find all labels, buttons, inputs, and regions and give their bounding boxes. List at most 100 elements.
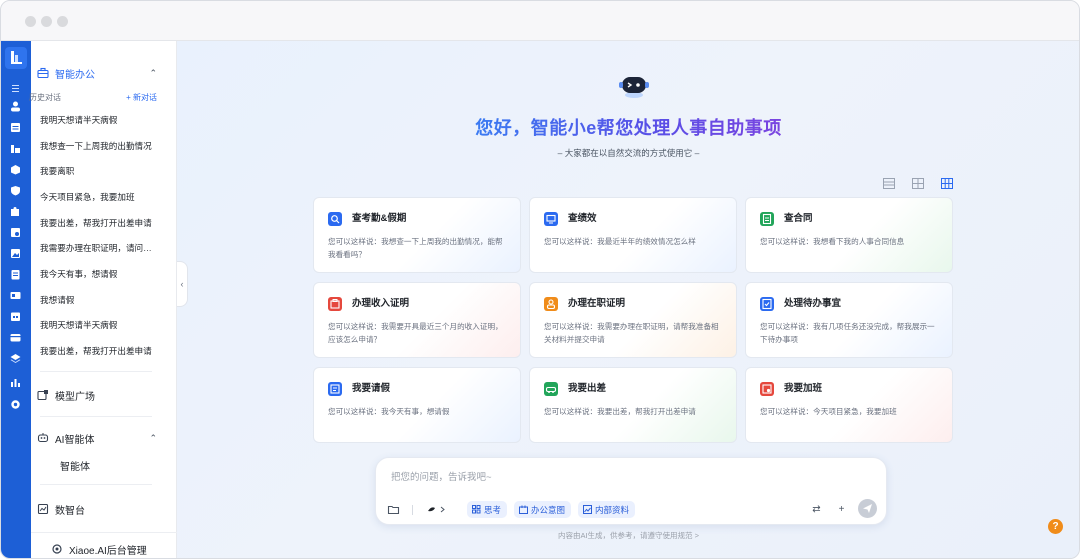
history-item[interactable]: 我想请假: [40, 291, 158, 309]
card-business-trip[interactable]: 我要出差 您可以这样说：我要出差，帮我打开出差申请: [529, 367, 737, 443]
card-description: 您可以这样说：我想查一下上周我的出勤情况，能帮我看看吗？: [328, 237, 503, 259]
folder-icon[interactable]: [387, 503, 400, 516]
history-item[interactable]: 我要离职: [40, 162, 158, 180]
history-item[interactable]: 我明天想请半天病假: [40, 316, 158, 334]
schedule-icon[interactable]: [9, 311, 22, 322]
divider: [40, 416, 152, 417]
history-item[interactable]: 我需要办理在职证明，请问需要准备什么: [40, 239, 158, 257]
new-chat-button[interactable]: + 新对话: [126, 92, 157, 103]
card-description: 您可以这样说：我要出差，帮我打开出差申请: [544, 407, 696, 416]
card-title: 办理收入证明: [352, 298, 410, 309]
chat-input-placeholder[interactable]: 把您的问题，告诉我吧~: [391, 469, 492, 483]
window-close-dot[interactable]: [25, 16, 36, 27]
shield-icon[interactable]: [9, 185, 22, 196]
briefcase-icon: [37, 67, 49, 79]
card-attendance[interactable]: 查考勤&假期 您可以这样说：我想查一下上周我的出勤情况，能帮我看看吗？: [313, 197, 521, 273]
menu-icon[interactable]: [9, 83, 22, 94]
dashboard-icon: [37, 503, 49, 515]
card-leave[interactable]: 我要请假 您可以这样说：我今天有事，想请假: [313, 367, 521, 443]
robot-mascot-icon: [617, 75, 651, 99]
leave-icon: [328, 382, 342, 396]
history-item[interactable]: 我今天有事，想请假: [40, 265, 158, 283]
swap-icon[interactable]: ⇄: [810, 503, 823, 516]
chat-input-box[interactable]: 把您的问题，告诉我吧~ 思考 办公意图 内部资料 ⇄ +: [375, 457, 887, 525]
section-smart-office[interactable]: 智能办公 ⌃: [31, 62, 177, 84]
history-item[interactable]: 我要出差，帮我打开出差申请: [40, 214, 158, 232]
id-card-icon[interactable]: [9, 290, 22, 301]
model-square-item[interactable]: 模型广场: [31, 384, 177, 406]
two-column-view-icon[interactable]: [912, 176, 924, 189]
card-title: 查考勤&假期: [352, 213, 407, 224]
card-description: 您可以这样说：今天项目紧急，我要加班: [760, 407, 897, 416]
history-item[interactable]: 我明天想请半天病假: [40, 111, 158, 129]
model-selector[interactable]: [426, 503, 448, 516]
puzzle-icon[interactable]: [9, 206, 22, 217]
grid-icon: [472, 505, 481, 514]
history-item[interactable]: 今天项目紧急，我要加班: [40, 188, 158, 206]
card-todo[interactable]: 处理待办事宜 您可以这样说：我有几项任务还没完成，帮我展示一下待办事项: [745, 282, 953, 358]
internal-docs-toggle[interactable]: 内部资料: [578, 501, 636, 518]
card-employment-proof[interactable]: 办理在职证明 您可以这样说：我需要办理在职证明，请帮我准备相关材料并提交申请: [529, 282, 737, 358]
ai-agent-label: AI智能体: [55, 434, 95, 446]
main-area: ‹ 您好，智能小e帮您处理人事自助事项 – 大家都在以自然交流的方式使用它 – …: [177, 41, 1079, 558]
card-description: 您可以这样说：我今天有事，想请假: [328, 407, 450, 416]
agent-sub-label: 智能体: [60, 461, 90, 473]
card-contract[interactable]: 查合同 您可以这样说：我想看下我的人事合同信息: [745, 197, 953, 273]
card-title: 查绩效: [568, 213, 597, 224]
app-logo: [5, 47, 27, 69]
chevron-up-icon[interactable]: ⌃: [149, 433, 157, 444]
document-icon[interactable]: [9, 269, 22, 280]
internal-docs-label: 内部资料: [595, 504, 630, 515]
admin-label: Xiaoe.AI后台管理: [69, 545, 147, 557]
wallet-icon[interactable]: [9, 332, 22, 343]
window-zoom-dot[interactable]: [57, 16, 68, 27]
gear-icon[interactable]: [9, 399, 22, 410]
ai-disclaimer[interactable]: 内容由AI生成，供参考，请遵守使用规范 >: [177, 530, 1079, 541]
office-intent-label: 办公意图: [531, 504, 566, 515]
card-description: 您可以这样说：我最近半年的绩效情况怎么样: [544, 237, 696, 246]
card-title: 我要出差: [568, 383, 607, 394]
section-smart-office-label: 智能办公: [55, 69, 95, 81]
add-icon[interactable]: +: [835, 503, 848, 516]
employment-proof-icon: [544, 297, 558, 311]
model-square-label: 模型广场: [55, 391, 95, 403]
admin-item[interactable]: Xiaoe.AI后台管理: [31, 538, 177, 558]
chevron-up-icon[interactable]: ⌃: [149, 68, 157, 79]
calendar-icon[interactable]: [9, 122, 22, 133]
card-description: 您可以这样说：我有几项任务还没完成，帮我展示一下待办事项: [760, 322, 935, 344]
robot-icon: [37, 432, 49, 444]
agent-sub-item[interactable]: 智能体: [31, 454, 177, 476]
card-title: 处理待办事宜: [784, 298, 842, 309]
income-proof-icon: [328, 297, 342, 311]
history-item[interactable]: 我想查一下上周我的出勤情况: [40, 137, 158, 155]
image-icon[interactable]: [9, 248, 22, 259]
data-platform-item[interactable]: 数智台: [31, 498, 177, 520]
card-performance[interactable]: 查绩效 您可以这样说：我最近半年的绩效情况怎么样: [529, 197, 737, 273]
settings-icon: [51, 543, 63, 555]
office-intent-toggle[interactable]: 办公意图: [514, 501, 572, 518]
think-label: 思考: [484, 504, 502, 515]
bar-chart-icon[interactable]: [9, 377, 22, 388]
send-button[interactable]: [858, 499, 877, 518]
image-doc-icon: [583, 505, 592, 514]
clock-card-icon[interactable]: [9, 227, 22, 238]
layers-icon[interactable]: [9, 353, 22, 364]
box-icon[interactable]: [9, 164, 22, 175]
card-description: 您可以这样说：我需要办理在职证明，请帮我准备相关材料并提交申请: [544, 322, 719, 344]
app-window: 智能办公 ⌃ 历史对话 + 新对话 我明天想请半天病假 我想查一下上周我的出勤情…: [0, 0, 1080, 559]
card-income-proof[interactable]: 办理收入证明 您可以这样说：我需要开具最近三个月的收入证明，应该怎么申请？: [313, 282, 521, 358]
window-minimize-dot[interactable]: [41, 16, 52, 27]
card-description: 您可以这样说：我需要开具最近三个月的收入证明，应该怎么申请？: [328, 322, 503, 344]
collapse-sidebar-button[interactable]: ‹: [177, 261, 188, 307]
organization-icon[interactable]: [9, 143, 22, 154]
grid-view-icon[interactable]: [941, 176, 953, 189]
think-toggle[interactable]: 思考: [467, 501, 508, 518]
ai-agent-item[interactable]: AI智能体 ⌃: [31, 427, 177, 449]
history-item[interactable]: 我要出差，帮我打开出差申请: [40, 342, 158, 360]
user-icon[interactable]: [9, 101, 22, 112]
card-title: 我要加班: [784, 383, 823, 394]
card-overtime[interactable]: 我要加班 您可以这样说：今天项目紧急，我要加班: [745, 367, 953, 443]
card-title: 办理在职证明: [568, 298, 626, 309]
list-view-icon[interactable]: [883, 176, 895, 189]
help-button[interactable]: ?: [1048, 519, 1063, 534]
